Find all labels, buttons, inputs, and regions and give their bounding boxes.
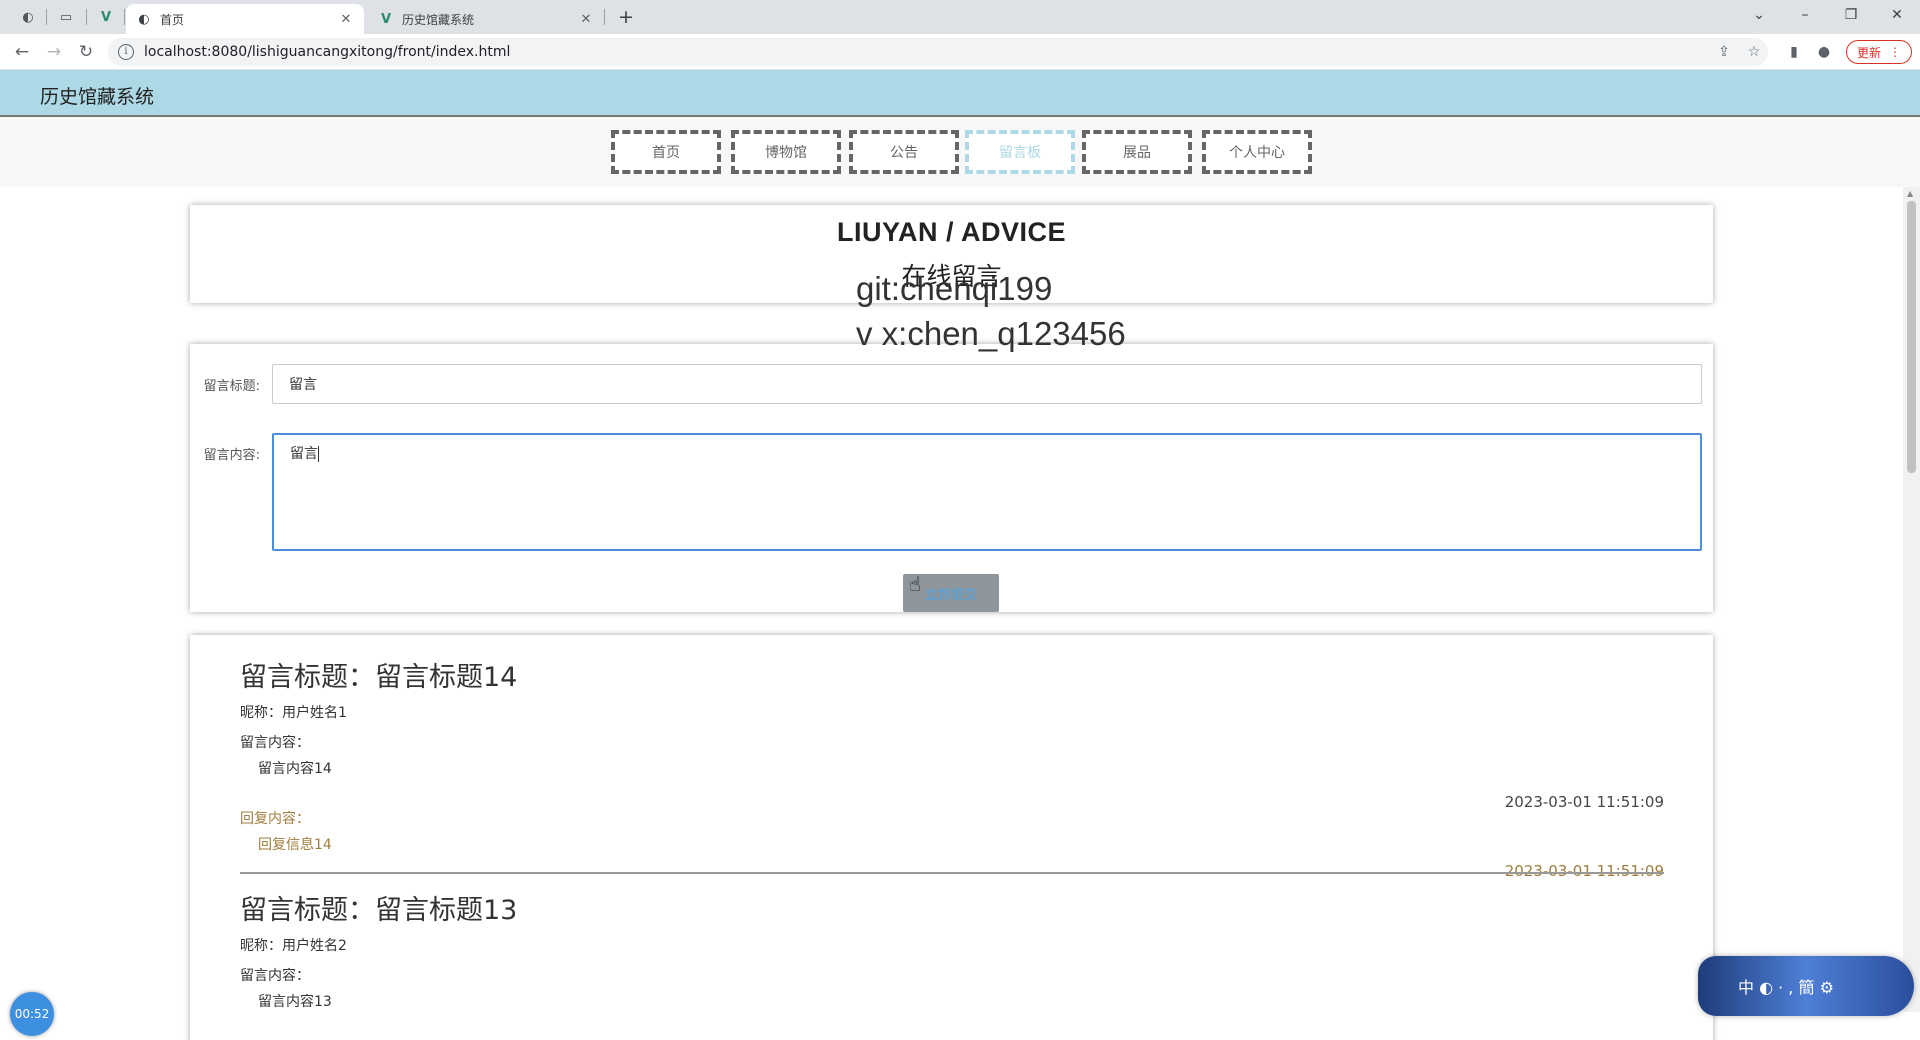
tab-divider <box>604 9 605 25</box>
hand-cursor-icon: ☝ <box>909 572 922 596</box>
watermark-git: git:chenqi199 <box>856 270 1053 307</box>
reload-icon[interactable]: ↻ <box>74 40 98 64</box>
bookmark-star-icon[interactable]: ☆ <box>1744 42 1764 62</box>
nav-museum[interactable]: 博物馆 <box>731 130 841 174</box>
message-title: 留言标题：留言标题13 <box>240 895 518 926</box>
reply-time: 2023-03-01 11:51:09 <box>1504 862 1664 880</box>
more-menu-icon: ⋮ <box>1889 45 1901 59</box>
message-content-label: 留言内容： <box>240 735 310 751</box>
share-icon[interactable]: ⇪ <box>1714 42 1734 62</box>
globe-icon: ◐ <box>138 11 150 27</box>
title-input[interactable]: 留言 <box>272 364 1702 404</box>
tab-title: 历史馆藏系统 <box>402 12 475 27</box>
section-title-en: LIUYAN / ADVICE <box>836 217 1067 247</box>
site-header: 历史馆藏系统 <box>0 70 1920 117</box>
new-tab-button[interactable]: + <box>614 5 638 29</box>
reply-label: 回复内容： <box>240 811 310 827</box>
nav-message-board[interactable]: 留言板 <box>965 130 1075 174</box>
scroll-up-arrow-icon[interactable]: ▲ <box>1907 189 1913 198</box>
message-list: 留言标题：留言标题14 昵称：用户姓名1 留言内容： 留言内容14 2023-0… <box>190 635 1713 1040</box>
minimize-button[interactable]: – <box>1782 0 1828 30</box>
tab-home[interactable]: ◐ 首页 ✕ <box>126 4 364 34</box>
nav-home[interactable]: 首页 <box>611 130 721 174</box>
ime-toolbar-widget[interactable]: 中 ◐ · , 簡 ⚙ <box>1698 956 1914 1016</box>
window-close-button[interactable]: ✕ <box>1874 0 1920 30</box>
message-content-label: 留言内容： <box>240 968 310 984</box>
vue-logo-icon[interactable]: V <box>92 6 120 28</box>
back-arrow-icon[interactable]: ← <box>10 40 34 64</box>
chrome-globe-icon[interactable]: ◐ <box>14 6 42 28</box>
title-field-label: 留言标题: <box>203 379 260 394</box>
address-bar[interactable]: i localhost:8080/lishiguancangxitong/fro… <box>108 38 1768 66</box>
content-textarea[interactable]: 留言 <box>272 433 1702 551</box>
browser-tab-bar: ◐ ▭ V ◐ 首页 ✕ V 历史馆藏系统 ✕ + ⌄ – ❐ ✕ <box>0 0 1920 34</box>
site-title: 历史馆藏系统 <box>40 86 155 108</box>
message-time: 2023-03-01 11:51:09 <box>1504 793 1664 811</box>
nav-personal-center[interactable]: 个人中心 <box>1202 130 1312 174</box>
main-nav: 首页 博物馆 公告 留言板 展品 个人中心 <box>0 117 1920 187</box>
side-panel-icon[interactable]: ▮ <box>1784 42 1804 62</box>
nav-exhibits[interactable]: 展品 <box>1082 130 1192 174</box>
message-nickname: 昵称：用户姓名1 <box>240 705 347 721</box>
message-item: 留言标题：留言标题13 昵称：用户姓名2 留言内容： 留言内容13 <box>240 888 1664 1011</box>
url-text[interactable]: localhost:8080/lishiguancangxitong/front… <box>144 44 510 60</box>
tab-search-button[interactable]: ⌄ <box>1736 0 1782 30</box>
tab-title: 首页 <box>160 12 185 27</box>
text-caret <box>318 446 319 462</box>
message-form: 留言标题: 留言 留言内容: 留言 立即提交 <box>190 344 1713 612</box>
recording-timer: 00:52 <box>10 992 54 1036</box>
tab-divider <box>124 9 125 25</box>
title-input-value: 留言 <box>289 377 317 393</box>
page-scrollbar[interactable]: ▲ <box>1903 187 1920 1012</box>
close-icon[interactable]: ✕ <box>578 12 594 27</box>
scrollbar-thumb[interactable] <box>1907 201 1916 473</box>
message-content: 留言内容14 <box>258 761 332 777</box>
blank-tab-icon[interactable]: ▭ <box>52 6 80 28</box>
tab-divider <box>86 9 87 25</box>
watermark-wechat: v x:chen_q123456 <box>856 315 1126 352</box>
message-title: 留言标题：留言标题14 <box>240 662 518 693</box>
message-item: 留言标题：留言标题14 昵称：用户姓名1 留言内容： 留言内容14 2023-0… <box>240 655 1664 880</box>
tab-divider <box>46 9 47 25</box>
content-field-label: 留言内容: <box>203 448 260 463</box>
message-content: 留言内容13 <box>258 994 332 1010</box>
update-button[interactable]: 更新 ⋮ <box>1846 40 1912 64</box>
nav-notice[interactable]: 公告 <box>849 130 959 174</box>
reply-content: 回复信息14 <box>258 837 332 853</box>
update-label: 更新 <box>1856 45 1881 60</box>
browser-toolbar: ← → ↻ i localhost:8080/lishiguancangxito… <box>0 34 1920 70</box>
message-divider <box>240 872 1664 874</box>
content-textarea-value: 留言 <box>290 446 318 462</box>
close-icon[interactable]: ✕ <box>338 12 354 27</box>
message-nickname: 昵称：用户姓名2 <box>240 938 347 954</box>
vue-logo-icon: V <box>380 11 392 27</box>
profile-avatar-icon[interactable]: ● <box>1814 42 1834 62</box>
maximize-button[interactable]: ❐ <box>1828 0 1874 30</box>
site-info-icon[interactable]: i <box>118 44 134 60</box>
tab-history-system[interactable]: V 历史馆藏系统 ✕ <box>368 4 604 34</box>
forward-arrow-icon[interactable]: → <box>42 40 66 64</box>
